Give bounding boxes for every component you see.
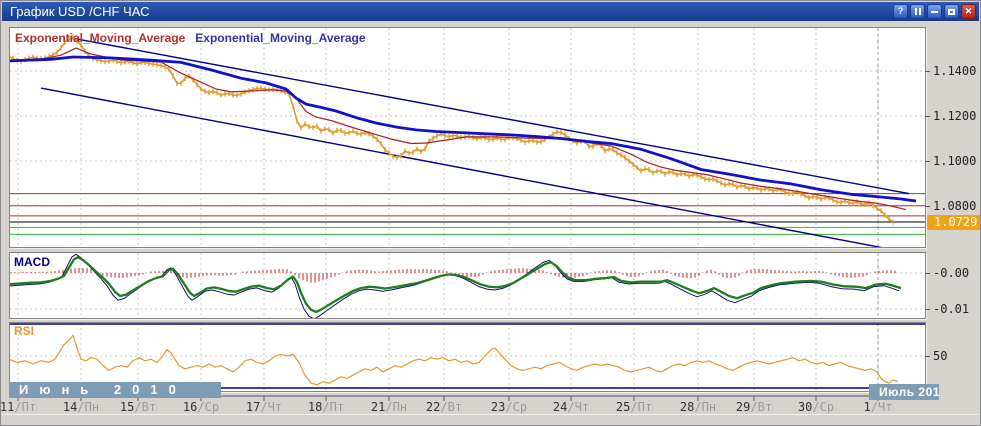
- price-axis-tick: 1.1200: [925, 109, 981, 123]
- price-axis-tick: 1.1400: [925, 64, 981, 78]
- price-chart-panel[interactable]: [9, 27, 926, 248]
- macd-canvas[interactable]: [10, 253, 925, 318]
- price-axis-tick: 1.1000: [925, 154, 981, 168]
- indicator-legend: Exponential_Moving_Average Exponential_Mo…: [15, 31, 366, 45]
- price-chart-canvas[interactable]: [10, 28, 925, 247]
- minimize-icon: [931, 11, 938, 13]
- time-axis-label: 18/Пт: [308, 400, 344, 414]
- time-axis-label: 24/Чт: [553, 400, 589, 414]
- macd-panel[interactable]: [9, 252, 926, 319]
- macd-label: MACD: [14, 255, 50, 269]
- window-titlebar[interactable]: График USD /CHF ЧАС ? ✕: [2, 2, 979, 21]
- ema-red-legend-label: Exponential_Moving_Average: [15, 31, 185, 45]
- time-axis-label: 17/Чт: [246, 400, 282, 414]
- time-axis-label: 23/Ср: [491, 400, 527, 414]
- time-axis-label: 15/Вт: [120, 400, 156, 414]
- ema-blue-legend-label: Exponential_Moving_Average: [195, 31, 365, 45]
- time-axis-label: 30/Ср: [798, 400, 834, 414]
- time-axis-label: 1/Чт: [864, 400, 893, 414]
- time-axis-label: 28/Пн: [680, 400, 716, 414]
- rsi-label: RSI: [14, 324, 34, 338]
- maximize-icon: [948, 9, 955, 15]
- close-button[interactable]: ✕: [961, 4, 976, 19]
- window-bottom-edge: [2, 414, 979, 424]
- price-axis-tick: 1.0800: [925, 199, 981, 213]
- time-axis-label: 11/Пт: [0, 400, 36, 414]
- window-buttons: ? ✕: [893, 4, 976, 19]
- time-axis-label: 25/Пт: [616, 400, 652, 414]
- rsi-canvas[interactable]: [10, 323, 925, 391]
- current-price-badge: 1.0729: [927, 215, 981, 230]
- window-title: График USD /CHF ЧАС: [10, 4, 149, 19]
- pause-icon: [915, 8, 921, 15]
- month-badge-june: Июнь 2010: [9, 382, 221, 398]
- minimize-button[interactable]: [927, 4, 942, 19]
- macd-axis-tick: -0.00: [925, 266, 981, 280]
- chart-window: График USD /CHF ЧАС ? ✕ Exponential_Movi…: [0, 0, 981, 426]
- month-badge-july: Июль 2010: [869, 384, 939, 400]
- help-button[interactable]: ?: [893, 4, 908, 19]
- time-axis-label: 22/Вт: [426, 400, 462, 414]
- time-axis-label: 29/Вт: [736, 400, 772, 414]
- time-axis-label: 21/Пн: [371, 400, 407, 414]
- pause-button[interactable]: [910, 4, 925, 19]
- rsi-axis-tick: 50: [925, 349, 981, 363]
- maximize-button[interactable]: [944, 4, 959, 19]
- time-axis-label: 14/Пн: [63, 400, 99, 414]
- time-axis-label: 16/Ср: [183, 400, 219, 414]
- macd-axis-tick: -0.01: [925, 302, 981, 316]
